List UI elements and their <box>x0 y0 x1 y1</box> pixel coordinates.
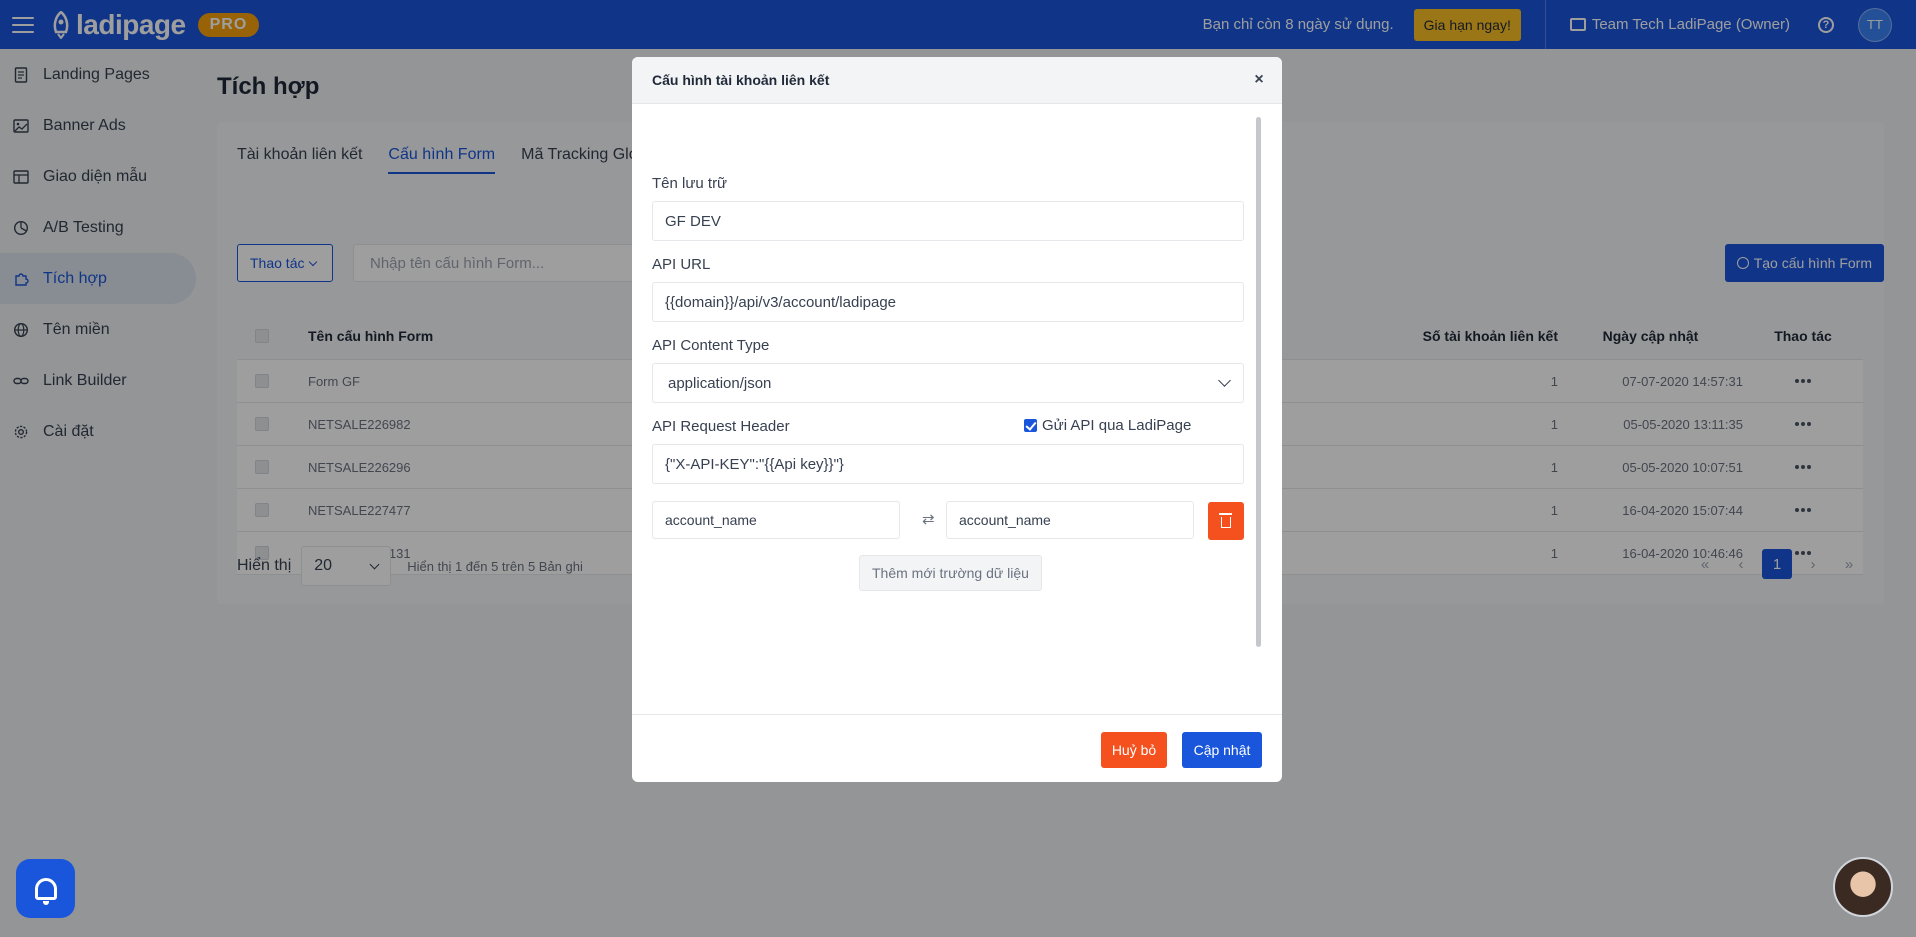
modal-body: Tên lưu trữ GF DEV API URL {{domain}}/ap… <box>652 104 1247 704</box>
add-data-field-button[interactable]: Thêm mới trường dữ liệu <box>859 555 1042 591</box>
modal-title: Cấu hình tài khoản liên kết <box>652 72 830 88</box>
swap-icon: ⇄ <box>922 511 935 528</box>
content-type-value: application/json <box>668 374 772 392</box>
add-field-label: Thêm mới trường dữ liệu <box>872 565 1029 581</box>
api-url-input[interactable]: {{domain}}/api/v3/account/ladipage <box>652 282 1244 322</box>
trash-icon <box>1219 513 1232 528</box>
linked-account-config-modal: Cấu hình tài khoản liên kết × Tên lưu tr… <box>632 57 1282 782</box>
target-field-input[interactable]: account_name <box>946 501 1194 539</box>
bell-icon <box>34 877 57 905</box>
storage-name-label: Tên lưu trữ <box>652 175 728 192</box>
modal-footer: Huỷ bỏ Cập nhật <box>632 714 1282 782</box>
modal-header: Cấu hình tài khoản liên kết × <box>632 57 1282 104</box>
api-url-label: API URL <box>652 256 711 273</box>
request-header-label: API Request Header <box>652 418 790 435</box>
request-header-input[interactable]: {"X-API-KEY":"{{Api key}}"} <box>652 444 1244 484</box>
cancel-button[interactable]: Huỷ bỏ <box>1101 732 1167 768</box>
target-field-value: account_name <box>959 512 1051 528</box>
source-field-input[interactable]: account_name <box>652 501 900 539</box>
source-field-value: account_name <box>665 512 757 528</box>
support-avatar[interactable] <box>1833 857 1893 917</box>
request-header-value: {"X-API-KEY":"{{Api key}}"} <box>665 455 844 473</box>
send-via-ladipage-label: Gửi API qua LadiPage <box>1042 417 1192 434</box>
storage-name-value: GF DEV <box>665 212 721 230</box>
modal-scrollbar[interactable] <box>1256 117 1261 647</box>
content-type-label: API Content Type <box>652 337 770 354</box>
chevron-down-icon <box>1218 374 1231 387</box>
storage-name-input[interactable]: GF DEV <box>652 201 1244 241</box>
update-button[interactable]: Cập nhật <box>1182 732 1262 768</box>
close-icon[interactable]: × <box>1250 71 1268 89</box>
send-via-ladipage-checkbox[interactable] <box>1024 419 1037 432</box>
notification-button[interactable] <box>16 859 75 918</box>
api-url-value: {{domain}}/api/v3/account/ladipage <box>665 293 897 311</box>
send-via-ladipage-option[interactable]: Gửi API qua LadiPage <box>1024 417 1191 434</box>
delete-mapping-button[interactable] <box>1208 502 1244 540</box>
content-type-select[interactable]: application/json <box>652 363 1244 403</box>
